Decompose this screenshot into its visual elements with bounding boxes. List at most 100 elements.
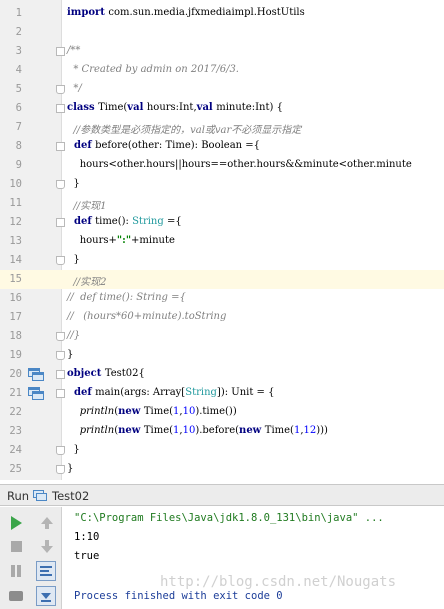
line-number: 17 [9,311,22,323]
code-line-19[interactable]: 19} [0,346,444,365]
fold-marker-icon[interactable] [56,85,65,94]
console-line: "C:\Program Files\Java\jdk1.8.0_131\bin\… [74,512,384,524]
line-number: 18 [9,330,22,342]
soft-wrap-icon[interactable] [36,561,56,581]
fold-marker-icon[interactable] [56,332,65,341]
code-text: } [67,178,80,189]
line-number: 13 [9,235,22,247]
code-line-24[interactable]: 24 } [0,441,444,460]
code-text: // def time(): String ={ [67,292,186,303]
code-line-23[interactable]: 23 println(new Time(1,10).before(new Tim… [0,422,444,441]
fold-marker-icon[interactable] [56,180,65,189]
run-gutter-icon[interactable] [28,368,44,381]
dump-threads-icon[interactable] [6,586,26,606]
code-text: def main(args: Array[String]): Unit = { [67,387,275,398]
code-line-25[interactable]: 25} [0,460,444,479]
code-text: println(new Time(1,10).time()) [79,406,237,417]
line-number: 15 [9,273,22,285]
fold-marker-icon[interactable] [56,389,65,398]
line-number: 3 [15,45,22,57]
code-line-8[interactable]: 8 def before(other: Time): Boolean ={ [0,137,444,156]
code-text: */ [67,83,82,94]
code-text: object Test02{ [67,368,145,379]
line-number: 8 [15,140,22,152]
line-number: 2 [15,26,22,38]
code-line-7[interactable]: 7 //参数类型是必须指定的，val或var不必须显示指定 [0,118,444,137]
code-line-21[interactable]: 21 def main(args: Array[String]): Unit =… [0,384,444,403]
line-number: 16 [9,292,22,304]
code-line-16[interactable]: 16 // def time(): String ={ [0,289,444,308]
up-arrow-icon[interactable] [37,513,57,533]
console-line: Process finished with exit code 0 [74,590,283,602]
code-line-15[interactable]: 15 //实现2 [0,270,444,289]
line-number: 24 [9,444,22,456]
line-number: 7 [15,121,22,133]
run-gutter-icon[interactable] [28,387,44,400]
fold-marker-icon[interactable] [56,465,65,474]
line-number: 14 [9,254,22,266]
line-number: 22 [9,406,22,418]
down-arrow-icon[interactable] [37,537,57,557]
code-text: //} [67,330,81,341]
code-line-5[interactable]: 5 */ [0,80,444,99]
line-number: 20 [9,368,22,380]
fold-marker-icon[interactable] [56,256,65,265]
fold-marker-icon[interactable] [56,104,65,113]
code-text: //实现2 [67,277,107,288]
code-text: def before(other: Time): Boolean ={ [67,140,261,151]
line-number: 10 [9,178,22,190]
fold-marker-icon[interactable] [56,142,65,151]
console-line: 1:10 [74,531,100,543]
run-toolbar [0,507,62,609]
code-line-10[interactable]: 10 } [0,175,444,194]
code-line-9[interactable]: 9 hours<other.hours||hours==other.hours&… [0,156,444,175]
run-label: Run [7,489,30,503]
code-line-20[interactable]: 20 object Test02{ [0,365,444,384]
line-number: 12 [9,216,22,228]
code-line-13[interactable]: 13 hours+":"+minute [0,232,444,251]
code-line-14[interactable]: 14 } [0,251,444,270]
code-line-17[interactable]: 17 // (hours*60+minute).toString [0,308,444,327]
code-text: } [67,463,74,474]
code-line-11[interactable]: 11 //实现1 [0,194,444,213]
fold-marker-icon[interactable] [56,218,65,227]
code-line-6[interactable]: 6 class Time(val hours:Int,val minute:Int… [0,99,444,118]
line-number: 9 [15,159,22,171]
fold-marker-icon[interactable] [56,47,65,56]
scroll-to-end-icon[interactable] [36,586,56,606]
console-output[interactable]: "C:\Program Files\Java\jdk1.8.0_131\bin\… [63,507,444,609]
code-text: * Created by admin on 2017/6/3. [67,64,239,75]
console-line: true [74,550,100,562]
watermark: http://blog.csdn.net/Nougats [160,574,397,590]
code-line-1[interactable]: 1 import com.sun.media.jfxmediaimpl.HostU… [0,4,444,23]
fold-marker-icon[interactable] [56,446,65,455]
code-text: println(new Time(1,10).before(new Time(1… [79,425,328,436]
code-editor[interactable]: 1 import com.sun.media.jfxmediaimpl.HostU… [0,0,444,480]
run-tab-test02[interactable]: Test02 [52,489,89,503]
line-number: 25 [9,463,22,475]
code-text: //参数类型是必须指定的，val或var不必须显示指定 [67,125,302,136]
pause-icon[interactable] [6,561,26,581]
code-text: } [67,254,80,265]
code-text: } [67,349,74,360]
line-number: 1 [15,7,22,19]
rerun-icon[interactable] [6,513,26,533]
run-tool-window-header: Run Test02 [0,484,444,506]
stop-icon[interactable] [6,537,26,557]
code-text: //实现1 [67,201,107,212]
code-text: hours+":"+minute [67,235,175,246]
run-config-icon [33,490,47,501]
code-line-3[interactable]: 3 /** [0,42,444,61]
code-line-22[interactable]: 22 println(new Time(1,10).time()) [0,403,444,422]
code-line-4[interactable]: 4 * Created by admin on 2017/6/3. [0,61,444,80]
code-line-12[interactable]: 12 def time(): String ={ [0,213,444,232]
code-line-18[interactable]: 18 //} [0,327,444,346]
fold-marker-icon[interactable] [56,370,65,379]
line-number: 4 [15,64,22,76]
code-line-2[interactable]: 2 [0,23,444,42]
line-number: 5 [15,83,22,95]
fold-marker-icon[interactable] [56,351,65,360]
code-text: /** [67,45,81,56]
line-number: 11 [9,197,22,209]
line-number: 23 [9,425,22,437]
